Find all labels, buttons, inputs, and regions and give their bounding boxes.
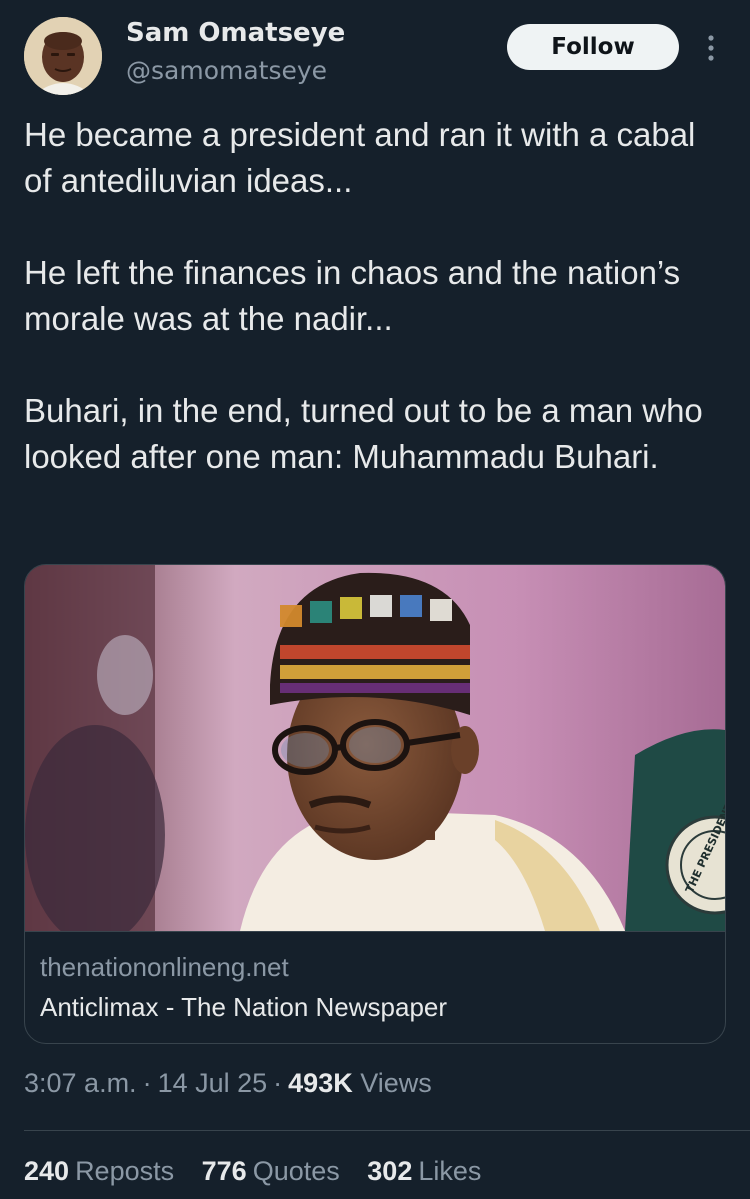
avatar[interactable] (24, 17, 102, 95)
tweet-paragraph: He became a president and ran it with a … (24, 116, 696, 199)
engagement-stats: 240 Reposts 776 Quotes 302 Likes (24, 1156, 501, 1187)
follow-button[interactable]: Follow (507, 24, 679, 70)
reposts-stat[interactable]: 240 Reposts (24, 1156, 174, 1187)
card-image: THE PRESIDENT (25, 565, 725, 931)
separator-dot: · (142, 1068, 152, 1098)
card-title[interactable]: Anticlimax - The Nation Newspaper (40, 992, 447, 1023)
tweet-time[interactable]: 3:07 a.m. (24, 1068, 137, 1098)
tweet-paragraph: Buhari, in the end, turned out to be a m… (24, 392, 703, 475)
tweet-date[interactable]: 14 Jul 25 (158, 1068, 268, 1098)
quotes-label: Quotes (252, 1156, 340, 1186)
quotes-count: 776 (201, 1156, 247, 1186)
more-vertical-icon[interactable] (700, 32, 722, 64)
author-name[interactable]: Sam Omatseye (126, 18, 345, 48)
likes-label: Likes (418, 1156, 482, 1186)
views-count: 493K (288, 1068, 353, 1098)
link-preview-card[interactable]: THE PRESIDENT thenationonlineng.net Anti… (24, 564, 726, 1044)
tweet-timestamp-row: 3:07 a.m. · 14 Jul 25 · 493K Views (24, 1068, 432, 1099)
tweet-paragraph: He left the finances in chaos and the na… (24, 254, 681, 337)
card-meta: thenationonlineng.net Anticlimax - The N… (25, 931, 725, 1043)
likes-stat[interactable]: 302 Likes (367, 1156, 481, 1187)
reposts-count: 240 (24, 1156, 70, 1186)
views-label: Views (360, 1068, 432, 1098)
author-handle[interactable]: @samomatseye (126, 56, 327, 85)
likes-count: 302 (367, 1156, 413, 1186)
avatar-image (24, 17, 102, 95)
divider (24, 1130, 750, 1131)
card-domain[interactable]: thenationonlineng.net (40, 952, 289, 983)
separator-dot: · (273, 1068, 283, 1098)
quotes-stat[interactable]: 776 Quotes (202, 1156, 340, 1187)
tweet-header: Sam Omatseye @samomatseye Follow (0, 0, 750, 110)
tweet-text: He became a president and ran it with a … (24, 112, 724, 480)
reposts-label: Reposts (75, 1156, 175, 1186)
